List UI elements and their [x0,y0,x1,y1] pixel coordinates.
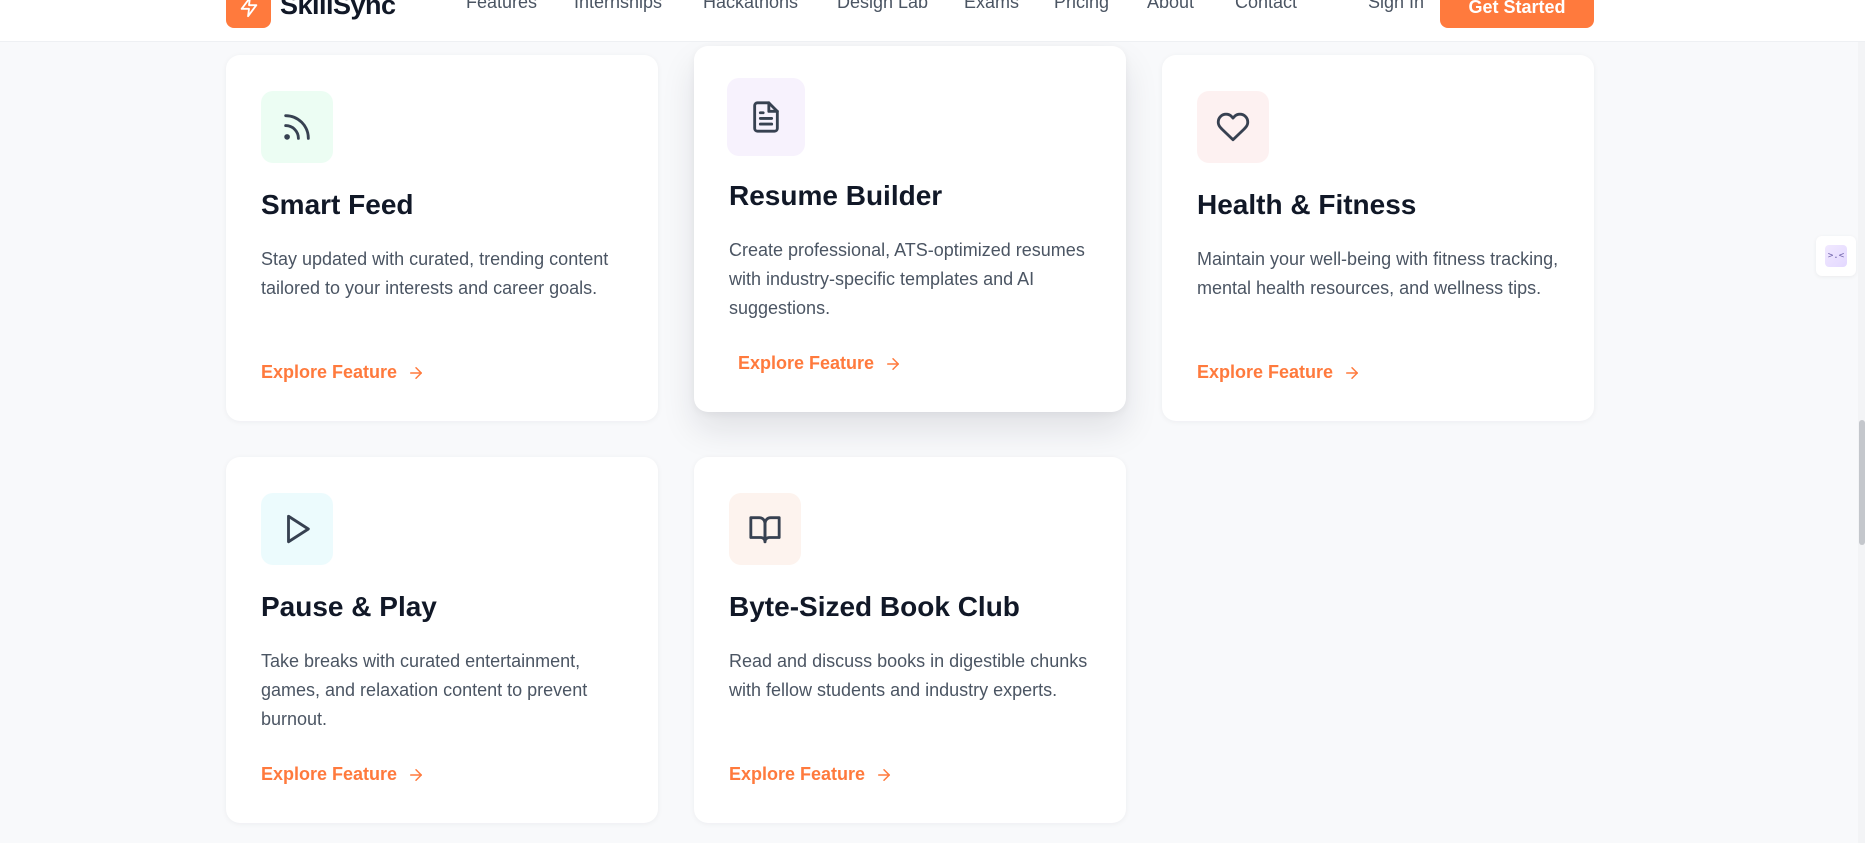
document-icon [753,101,779,133]
explore-feature-link[interactable]: Explore Feature [261,764,425,785]
arrow-right-icon [410,768,423,781]
nav-design-lab[interactable]: Design Lab [837,0,928,13]
logo-badge[interactable] [226,0,271,28]
feature-card-pause-play: Pause & Play Take breaks with curated en… [226,457,658,823]
arrow-right-icon [887,357,900,370]
card-title: Health & Fitness [1197,189,1417,220]
icon-box [1197,91,1269,163]
explore-feature-link[interactable]: Explore Feature [729,764,893,785]
card-description: Create professional, ATS-optimized resum… [729,240,1085,318]
heart-icon [1216,112,1250,142]
floating-assistant-button[interactable]: >.< [1816,236,1856,276]
card-title: Byte-Sized Book Club [729,591,1020,622]
play-icon [287,514,310,544]
brand-name[interactable]: SkillSync [280,0,396,21]
lightning-icon [240,0,257,18]
arrow-right-icon [878,768,891,781]
icon-box [261,493,333,565]
link-label: Explore Feature [738,353,875,373]
card-description: Stay updated with curated, trending cont… [261,249,609,298]
icon-box [727,78,805,156]
card-description: Read and discuss books in digestible chu… [729,651,1088,700]
link-label: Explore Feature [261,362,398,382]
link-label: Explore Feature [729,764,866,784]
nav-contact[interactable]: Contact [1235,0,1297,13]
nav-exams[interactable]: Exams [964,0,1019,13]
card-description: Take breaks with curated entertainment, … [261,651,588,729]
card-title: Smart Feed [261,189,414,220]
icon-box [729,493,801,565]
get-started-button[interactable]: Get Started [1440,0,1594,28]
explore-feature-link[interactable]: Explore Feature [1197,362,1361,383]
book-open-icon [749,516,781,544]
card-description: Maintain your well-being with fitness tr… [1197,249,1559,298]
arrow-right-icon [1346,366,1359,379]
rss-icon [284,114,310,140]
feature-card-resume-builder: Resume Builder Create professional, ATS-… [694,46,1126,412]
feature-card-book-club: Byte-Sized Book Club Read and discuss bo… [694,457,1126,823]
card-title: Pause & Play [261,591,437,622]
nav-features[interactable]: Features [466,0,537,13]
card-title: Resume Builder [729,180,943,211]
nav-about[interactable]: About [1147,0,1194,13]
top-navbar: SkillSync Features Internships Hackathon… [0,0,1865,42]
arrow-right-icon [410,366,423,379]
sign-in-link[interactable]: Sign In [1368,0,1424,13]
scrollbar-thumb[interactable] [1859,420,1865,545]
explore-feature-link[interactable]: Explore Feature [261,362,425,383]
assistant-icon: >.< [1825,245,1847,267]
feature-card-smart-feed: Smart Feed Stay updated with curated, tr… [226,55,658,421]
icon-box [261,91,333,163]
feature-card-health-fitness: Health & Fitness Maintain your well-bein… [1162,55,1594,421]
link-label: Explore Feature [1197,362,1334,382]
explore-feature-link[interactable]: Explore Feature [738,353,902,374]
nav-hackathons[interactable]: Hackathons [703,0,798,13]
nav-internships[interactable]: Internships [574,0,662,13]
link-label: Explore Feature [261,764,398,784]
nav-pricing[interactable]: Pricing [1054,0,1109,13]
